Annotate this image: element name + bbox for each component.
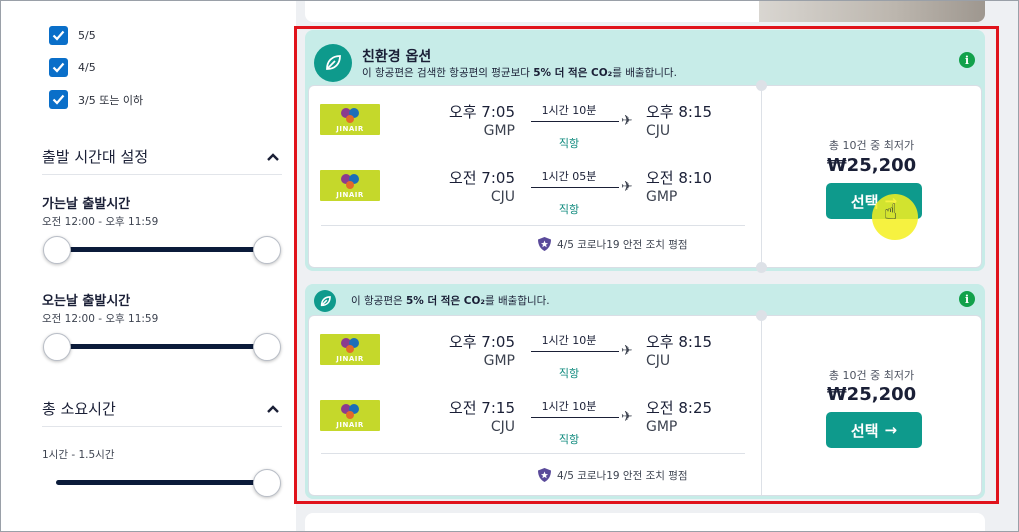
eco-option-title: 친환경 옵션: [362, 49, 432, 65]
stops-label: 직항: [558, 137, 580, 150]
departure-airport: CJU: [490, 419, 515, 435]
flight-duration: 1시간 10분: [541, 400, 597, 413]
shield-icon: [538, 468, 551, 482]
outbound-slider-min-handle[interactable]: [43, 236, 71, 264]
section-divider: [42, 174, 282, 175]
shield-icon: [538, 237, 551, 251]
rating-label: 4/5: [78, 61, 96, 74]
flight-leg-outbound: JINAIR 오후 7:05 GMP 1시간 10분 ✈ 직항 오후 8:15 …: [309, 331, 761, 381]
hand-cursor-icon: ☝: [884, 200, 898, 225]
flight-offer-card[interactable]: 친환경 옵션 이 항공편은 검색한 항공편의 평균보다 5% 더 적은 CO₂를…: [305, 30, 985, 273]
rating-label: 5/5: [78, 29, 96, 42]
arrival-airport: GMP: [646, 419, 678, 435]
section-divider: [42, 426, 282, 427]
duration-range: 1시간 - 1.5시간: [42, 449, 115, 461]
price: ₩25,200: [826, 384, 917, 405]
duration-section-title[interactable]: 총 소요시간: [42, 398, 116, 419]
leg-divider: [321, 453, 745, 454]
departure-airport: CJU: [490, 189, 515, 205]
flight-leg-return: JINAIR 오전 7:15 CJU 1시간 10분 ✈ 직항 오전 8:25 …: [309, 397, 761, 447]
price: ₩25,200: [826, 155, 917, 176]
return-slider-min-handle[interactable]: [43, 333, 71, 361]
route-line: [531, 121, 619, 122]
rating-filter-4[interactable]: 4/5: [49, 58, 96, 77]
departure-time: 오전 7:05: [448, 169, 515, 187]
route-line: [531, 351, 619, 352]
arrival-airport: GMP: [646, 189, 678, 205]
departure-airport: GMP: [483, 353, 515, 369]
jinair-logo-icon: JINAIR: [320, 400, 380, 431]
stops-label: 직항: [558, 367, 580, 380]
airplane-icon: ✈: [621, 409, 633, 425]
rating-filter-5[interactable]: 5/5: [49, 26, 96, 45]
leg-divider: [321, 225, 745, 226]
covid-safety-rating[interactable]: 4/5 코로나19 안전 조치 평점: [537, 467, 688, 483]
airplane-icon: ✈: [621, 179, 633, 195]
duration-slider-track[interactable]: [56, 480, 268, 485]
route-line: [531, 187, 619, 188]
arrow-right-icon: →: [884, 421, 898, 439]
eco-description: 이 항공편은 검색한 항공편의 평균보다 5% 더 적은 CO₂를 배출합니다.: [362, 67, 677, 79]
chevron-up-icon[interactable]: [266, 152, 280, 162]
jinair-logo-icon: JINAIR: [320, 104, 380, 135]
stops-label: 직항: [558, 203, 580, 216]
previous-result-card: [305, 0, 985, 22]
next-result-card: [305, 513, 985, 532]
return-departure-label: 오는날 출발시간: [42, 294, 131, 309]
checkbox-checked-icon[interactable]: [49, 26, 68, 45]
arrival-time: 오전 8:10: [646, 169, 713, 187]
flight-duration: 1시간 05분: [541, 170, 597, 183]
departure-time: 오후 7:05: [448, 333, 515, 351]
arrival-time: 오전 8:25: [646, 399, 713, 417]
itinerary-panel: JINAIR 오후 7:05 GMP 1시간 10분 ✈ 직항 오후 8:15 …: [308, 310, 982, 496]
arrival-time: 오후 8:15: [646, 103, 713, 121]
itinerary-panel: JINAIR 오후 7:05 GMP 1시간 10분 ✈ 직항 오후 8:15 …: [308, 80, 982, 273]
leaf-icon: [314, 44, 352, 82]
info-icon[interactable]: i: [959, 291, 975, 307]
rating-filter-3-or-less[interactable]: 3/5 또는 이하: [49, 90, 143, 109]
select-button[interactable]: 선택→: [826, 412, 922, 448]
chevron-up-icon[interactable]: [266, 404, 280, 414]
airplane-icon: ✈: [621, 343, 633, 359]
price-panel: 총 10건 중 최저가 ₩25,200 선택→ ☝: [762, 86, 981, 267]
outbound-slider-max-handle[interactable]: [253, 236, 281, 264]
outbound-departure-label: 가는날 출발시간: [42, 197, 131, 212]
info-icon[interactable]: i: [959, 52, 975, 68]
jinair-logo-icon: JINAIR: [320, 334, 380, 365]
departure-time: 오전 7:15: [448, 399, 515, 417]
flight-leg-outbound: JINAIR 오후 7:05 GMP 1시간 10분 ✈ 직항 오후 8:15 …: [309, 101, 761, 151]
flight-duration: 1시간 10분: [541, 104, 597, 117]
flight-duration: 1시간 10분: [541, 334, 597, 347]
return-slider-max-handle[interactable]: [253, 333, 281, 361]
hotel-photo: [759, 0, 985, 22]
flight-leg-return: JINAIR 오전 7:05 CJU 1시간 05분 ✈ 직항 오전 8:10 …: [309, 167, 761, 217]
return-time-slider-track[interactable]: [56, 344, 268, 349]
jinair-logo-icon: JINAIR: [320, 170, 380, 201]
departure-airport: GMP: [483, 123, 515, 139]
flight-offer-card[interactable]: 이 항공편은 5% 더 적은 CO₂를 배출합니다. i JINAIR 오후 7…: [305, 284, 985, 499]
stops-label: 직항: [558, 433, 580, 446]
price-note: 총 10건 중 최저가: [828, 369, 915, 382]
route-line: [531, 417, 619, 418]
covid-safety-rating[interactable]: 4/5 코로나19 안전 조치 평점: [537, 236, 688, 252]
arrival-airport: CJU: [646, 123, 671, 139]
checkbox-checked-icon[interactable]: [49, 90, 68, 109]
outbound-departure-range: 오전 12:00 - 오후 11:59: [42, 216, 159, 228]
airplane-icon: ✈: [621, 113, 633, 129]
departure-time-section-title[interactable]: 출발 시간대 설정: [42, 146, 148, 167]
filter-sidebar: 5/5 4/5 3/5 또는 이하 출발 시간대 설정 가는날 출발시간 오전 …: [0, 0, 296, 532]
eco-description: 이 항공편은 5% 더 적은 CO₂를 배출합니다.: [351, 295, 550, 307]
duration-slider-max-handle[interactable]: [253, 469, 281, 497]
departure-time: 오후 7:05: [448, 103, 515, 121]
arrival-time: 오후 8:15: [646, 333, 713, 351]
arrival-airport: CJU: [646, 353, 671, 369]
price-note: 총 10건 중 최저가: [828, 139, 915, 152]
price-panel: 총 10건 중 최저가 ₩25,200 선택 →: [762, 316, 981, 495]
rating-label: 3/5 또는 이하: [78, 93, 144, 107]
outbound-time-slider-track[interactable]: [56, 247, 268, 252]
leaf-icon: [314, 290, 336, 312]
return-departure-range: 오전 12:00 - 오후 11:59: [42, 313, 159, 325]
checkbox-checked-icon[interactable]: [49, 58, 68, 77]
